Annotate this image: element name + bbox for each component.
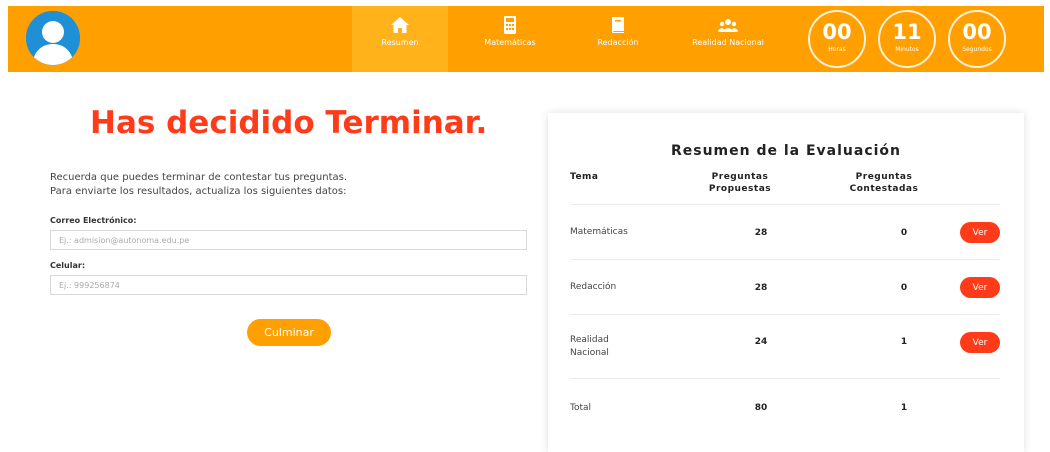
culminar-button[interactable]: Culminar [247, 319, 331, 346]
email-label: Correo Electrónico: [50, 216, 137, 225]
row-tema: Total [570, 402, 592, 413]
nav-label: Matemáticas [484, 38, 536, 47]
row-propuestas: 28 [754, 227, 768, 238]
row-tema: Realidad Nacional [570, 335, 609, 358]
top-bar: Resumen Matemáticas Redacción Realidad N… [8, 6, 1044, 72]
nav-label: Redacción [597, 38, 639, 47]
nav-item-matematicas[interactable]: Matemáticas [462, 6, 558, 72]
phone-field[interactable] [50, 275, 527, 295]
row-propuestas: 28 [754, 282, 768, 293]
timer-minutes-unit: Minutos [895, 46, 919, 53]
phone-label: Celular: [50, 261, 86, 270]
table-row-total: Total 80 1 [570, 378, 1000, 436]
timer-seconds-value: 00 [962, 20, 992, 44]
timer-hours-value: 00 [822, 20, 852, 44]
intro-text: Recuerda que puedes terminar de contesta… [50, 171, 530, 199]
table-row: Matemáticas 28 0 Ver [570, 204, 1000, 259]
row-contestadas: 1 [900, 403, 908, 413]
table-row: Redacción 28 0 Ver [570, 259, 1000, 314]
row-contestadas: 1 [900, 337, 908, 347]
nav-label: Realidad Nacional [692, 38, 764, 47]
ver-button[interactable]: Ver [960, 222, 1000, 243]
nav-item-redaccion[interactable]: Redacción [570, 6, 666, 72]
timer-minutes-value: 11 [892, 20, 922, 44]
row-propuestas: 80 [754, 403, 768, 413]
book-icon [612, 17, 624, 33]
table-row: Realidad Nacional 24 1 Ver [570, 314, 1000, 378]
email-field[interactable] [50, 230, 527, 250]
row-tema: Matemáticas [570, 227, 628, 237]
timer-seconds: 00 Segundos [948, 10, 1006, 68]
avatar[interactable] [26, 11, 80, 65]
row-contestadas: 0 [900, 227, 908, 238]
intro-line-2: Para enviarte los resultados, actualiza … [50, 186, 347, 197]
home-icon [391, 17, 409, 33]
nav-label: Resumen [381, 38, 419, 47]
ver-button[interactable]: Ver [960, 332, 1000, 353]
intro-line-1: Recuerda que puedes terminar de contesta… [50, 172, 348, 183]
timer-hours-unit: Horas [828, 46, 846, 53]
col-header-tema: Tema [570, 172, 599, 182]
row-tema: Redacción [570, 282, 617, 292]
users-icon [718, 19, 738, 32]
timer-hours: 00 Horas [808, 10, 866, 68]
row-contestadas: 0 [900, 282, 908, 293]
col-header-contestadas: Preguntas Contestadas [849, 172, 919, 194]
summary-title: Resumen de la Evaluación [670, 143, 902, 159]
nav-item-resumen[interactable]: Resumen [352, 6, 448, 72]
timer-minutes: 11 Minutos [878, 10, 936, 68]
col-header-propuestas: Preguntas Propuestas [708, 172, 772, 194]
summary-card: Resumen de la Evaluación Tema Preguntas … [548, 113, 1024, 452]
page: Resumen Matemáticas Redacción Realidad N… [0, 0, 1050, 452]
user-avatar-icon [26, 11, 80, 65]
ver-button[interactable]: Ver [960, 277, 1000, 298]
row-propuestas: 24 [754, 337, 768, 347]
nav-item-realidad-nacional[interactable]: Realidad Nacional [680, 6, 776, 72]
calculator-icon [504, 16, 516, 34]
timer-seconds-unit: Segundos [962, 46, 992, 53]
page-title: Has decidido Terminar. [90, 105, 488, 141]
